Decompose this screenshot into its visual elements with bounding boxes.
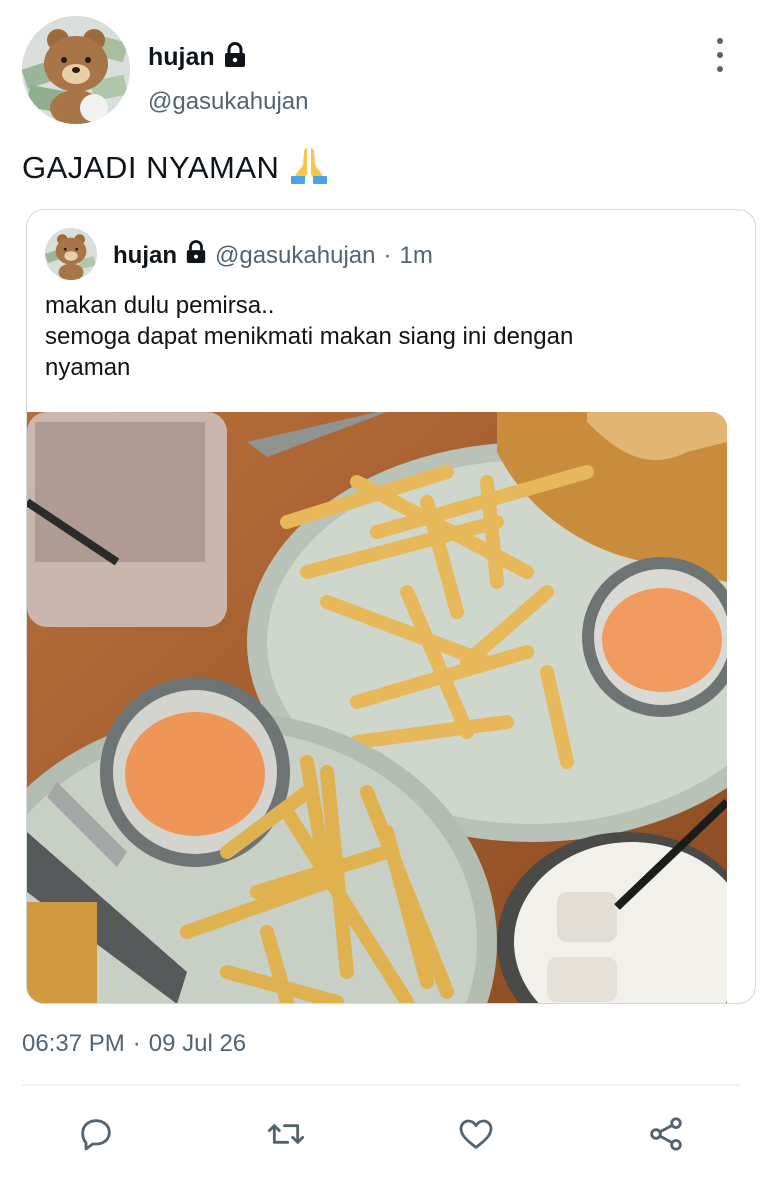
timestamp-separator: · <box>132 1030 141 1057</box>
tweet-body: GAJADI NYAMAN <box>22 150 280 185</box>
retweet-icon <box>267 1124 305 1144</box>
author-name-row[interactable]: hujan <box>148 42 247 73</box>
bear-with-money-avatar-icon <box>22 16 130 124</box>
share-button[interactable] <box>644 1112 688 1156</box>
more-options-icon[interactable] <box>712 38 728 72</box>
author-display-name[interactable]: hujan <box>148 43 215 72</box>
quoted-header: hujan @gasukahujan · 1m <box>113 240 433 271</box>
author-handle[interactable]: @gasukahujan <box>148 88 308 116</box>
heart-icon <box>459 1119 493 1149</box>
quoted-author-avatar[interactable] <box>45 228 97 280</box>
tweet-header: hujan @gasukahujan <box>22 16 742 128</box>
quoted-handle[interactable]: @gasukahujan <box>215 242 375 270</box>
tweet-timestamp[interactable]: 06:37 PM · 09 Jul 26 <box>22 1030 246 1058</box>
fries-and-drinks-photo-icon <box>27 412 727 1003</box>
tweet-time: 06:37 PM <box>22 1030 125 1057</box>
reply-icon <box>81 1119 111 1151</box>
tweet-text: GAJADI NYAMAN <box>22 144 329 192</box>
quoted-text-line: makan dulu pemirsa.. <box>45 292 275 319</box>
tweet-actions <box>0 1100 761 1170</box>
share-icon <box>650 1117 682 1151</box>
retweet-button[interactable] <box>264 1112 308 1156</box>
quoted-text-line: semoga dapat menikmati makan siang ini d… <box>45 323 574 350</box>
quoted-tweet-card[interactable]: hujan @gasukahujan · 1m makan dulu pemir… <box>26 209 756 1004</box>
like-button[interactable] <box>454 1112 498 1156</box>
lock-icon <box>185 240 207 271</box>
bear-avatar-small-icon <box>45 228 97 280</box>
quoted-text-line: nyaman <box>45 354 131 381</box>
lock-icon <box>223 42 247 73</box>
quoted-text: makan dulu pemirsa.. semoga dapat menikm… <box>45 290 725 383</box>
quoted-photo[interactable] <box>27 412 727 1003</box>
quoted-age[interactable]: 1m <box>399 242 432 270</box>
folded-hands-icon <box>289 144 329 192</box>
quoted-display-name[interactable]: hujan <box>113 242 177 270</box>
author-avatar[interactable] <box>22 16 130 124</box>
reply-button[interactable] <box>74 1112 118 1156</box>
tweet-date: 09 Jul 26 <box>148 1030 247 1057</box>
divider <box>22 1084 740 1086</box>
quoted-separator: · <box>383 241 392 269</box>
